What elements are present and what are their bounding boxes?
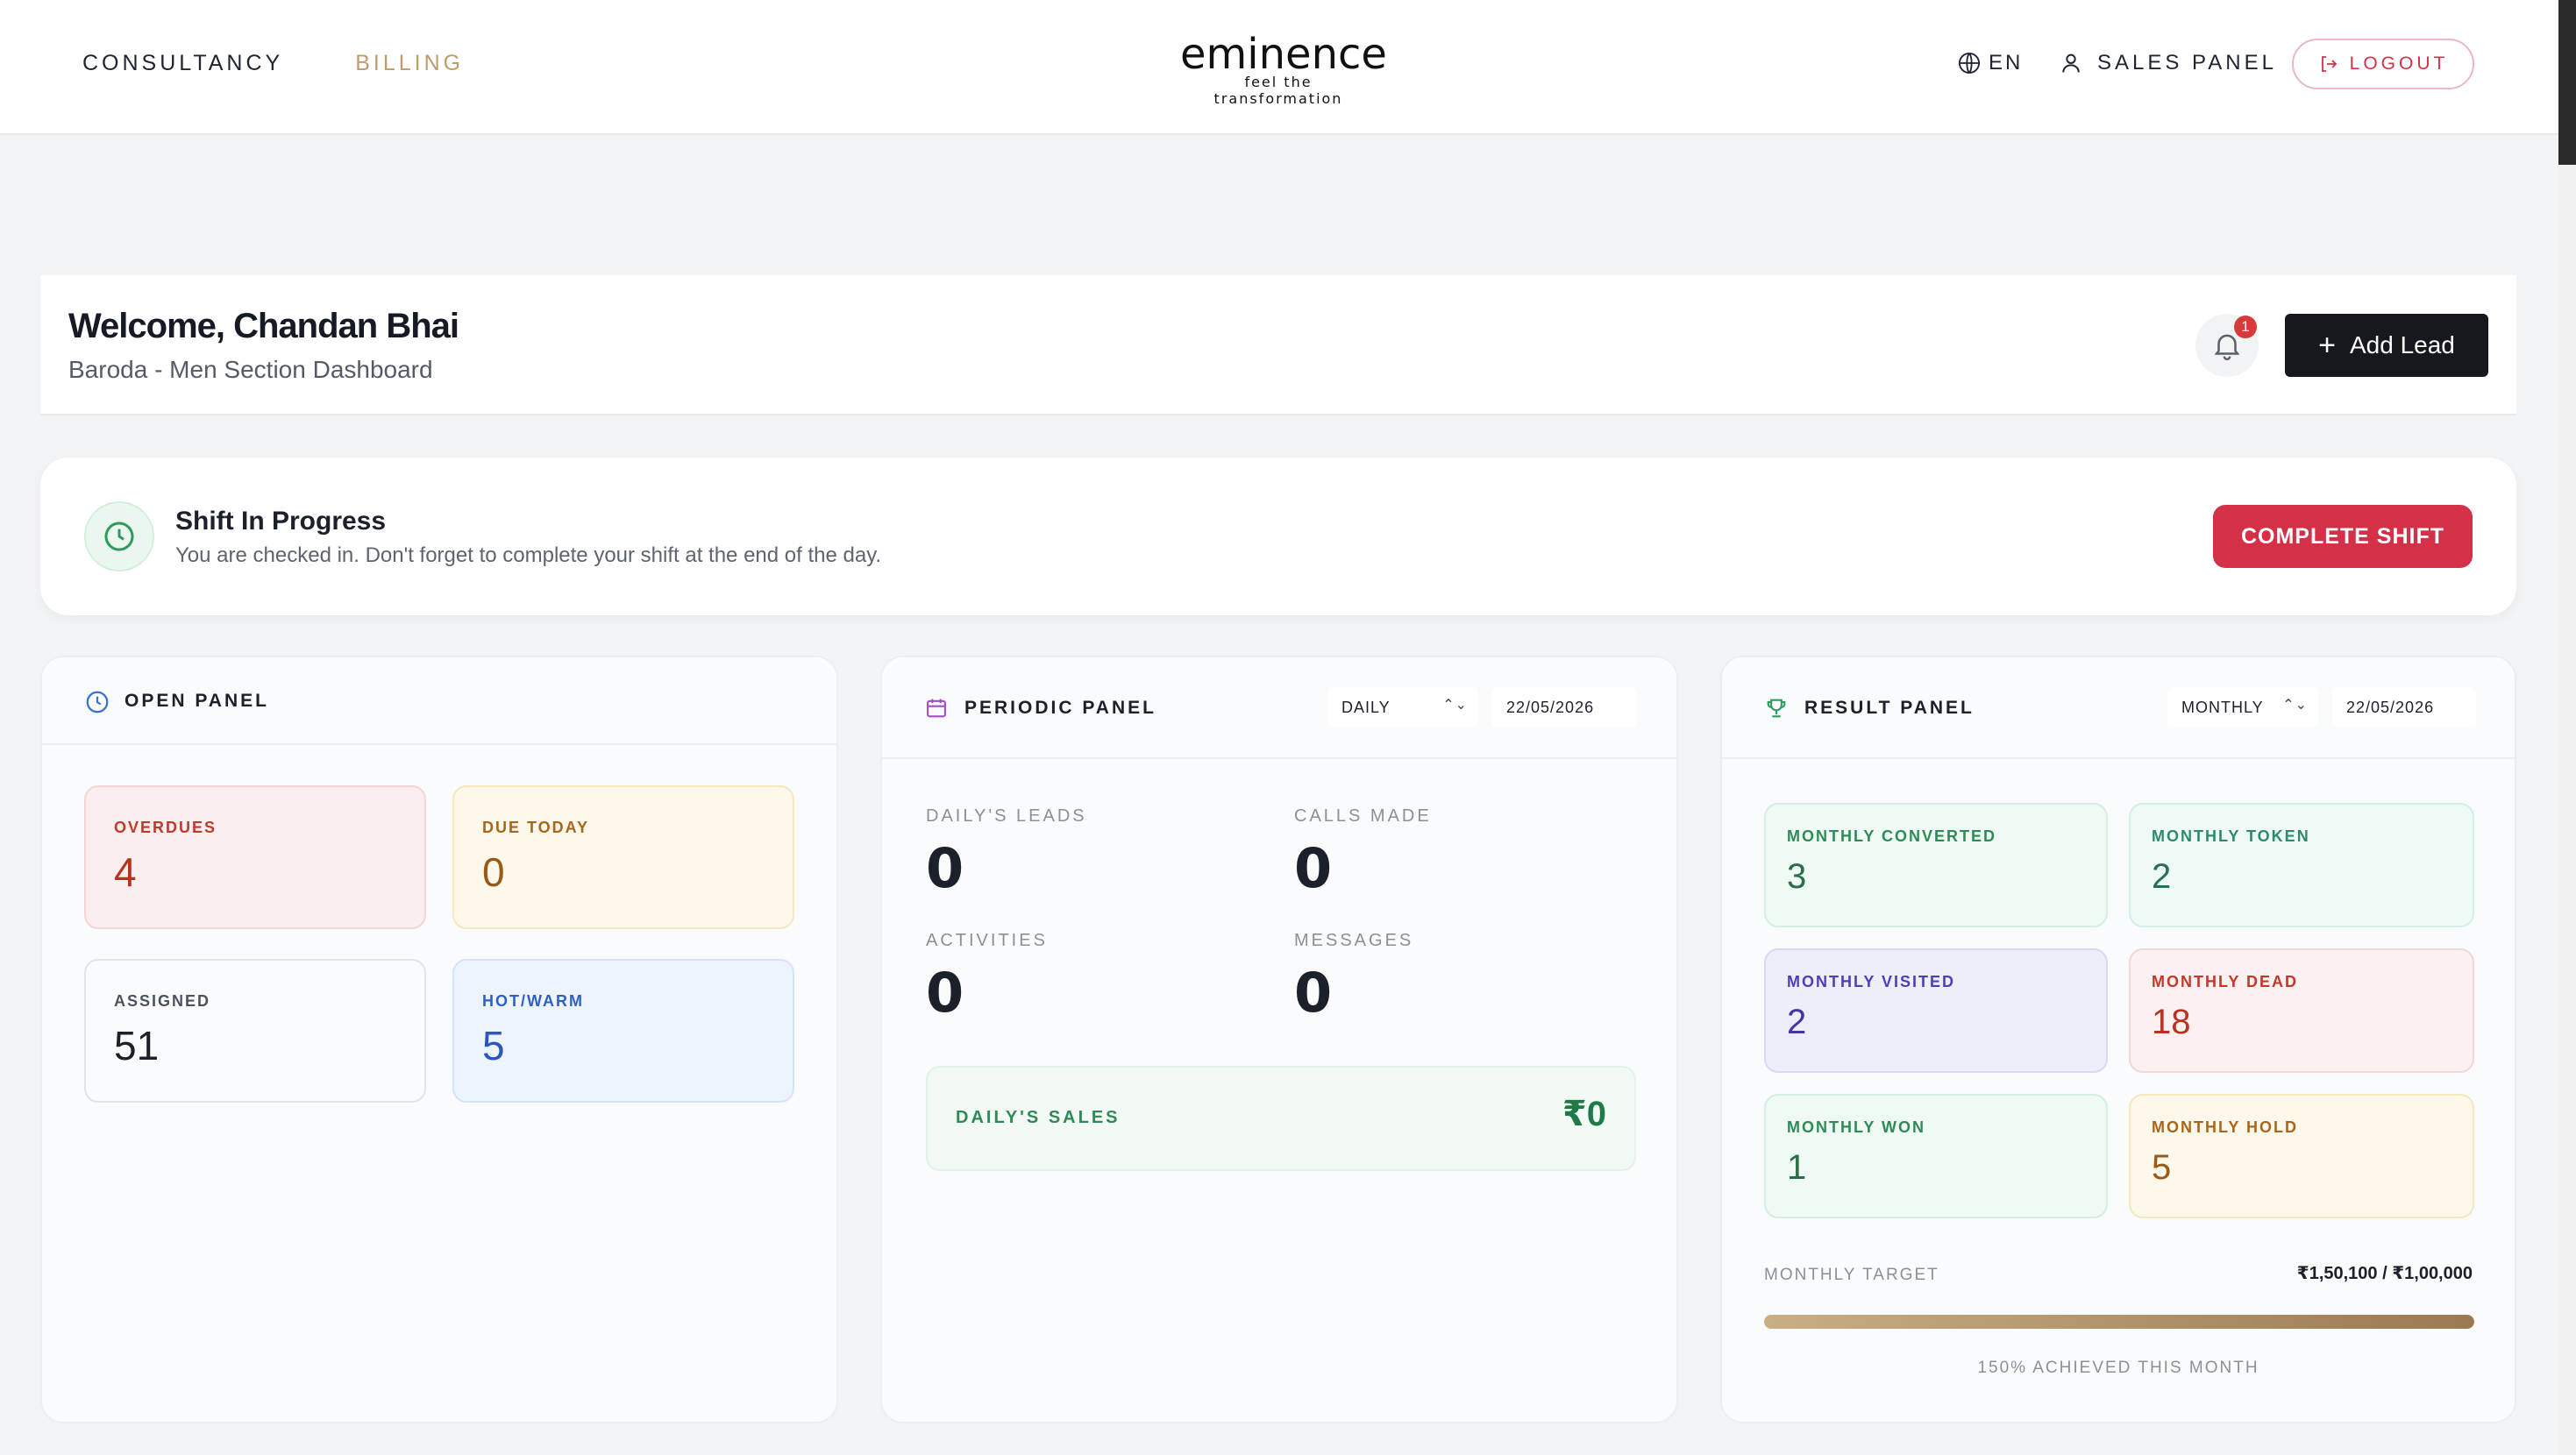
stat-value: 0 [926,961,964,1025]
period-select[interactable]: DAILY ⌃⌄ [1327,687,1478,728]
shift-status-card: Shift In Progress You are checked in. Do… [40,458,2516,615]
card-label: MONTHLY TOKEN [2152,827,2310,845]
page-scrollbar[interactable] [2558,0,2576,1455]
globe-icon [1958,52,1981,75]
notification-badge: 1 [2234,316,2257,338]
stat-value: 0 [1294,961,1333,1025]
daily-sales-label: DAILY'S SALES [956,1108,1121,1127]
shift-message: You are checked in. Don't forget to comp… [175,543,882,567]
assigned-card[interactable]: ASSIGNED 51 [84,959,426,1103]
nav-link-consultancy[interactable]: CONSULTANCY [82,51,283,76]
logout-button[interactable]: LOGOUT [2292,39,2474,89]
page-title: Welcome, Chandan Bhai [68,307,459,345]
card-label: HOT/WARM [482,992,584,1010]
period-select-value: MONTHLY [2181,698,2264,716]
card-value: 1 [1787,1148,1807,1187]
shift-title: Shift In Progress [175,507,387,536]
notifications-button[interactable]: 1 [2195,314,2259,377]
target-progress-fill [1764,1315,2474,1329]
due-today-card[interactable]: DUE TODAY 0 [452,785,794,929]
monthly-target-value: ₹1,50,100 / ₹1,00,000 [2296,1264,2473,1283]
card-value: 2 [2152,857,2172,896]
monthly-visited-card[interactable]: MONTHLY VISITED 2 [1764,948,2108,1073]
add-lead-label: Add Lead [2349,331,2455,358]
card-label: DUE TODAY [482,819,590,836]
card-value: 3 [1787,857,1807,896]
brand-logo[interactable]: eminence feel the transformation [1180,30,1387,107]
complete-shift-button[interactable]: COMPLETE SHIFT [2213,505,2473,568]
language-label: EN [1989,51,2024,75]
result-panel-title: RESULT PANEL [1804,698,1975,718]
card-value: 5 [2152,1148,2172,1187]
clock-icon [86,691,109,713]
stat-value: 0 [926,836,964,900]
overdues-card[interactable]: OVERDUES 4 [84,785,426,929]
date-picker[interactable]: 22/05/2026 [2332,687,2476,728]
logout-label: LOGOUT [2349,53,2449,74]
target-progress-bar [1764,1315,2474,1329]
card-value: 2 [1787,1003,1807,1041]
monthly-target-label: MONTHLY TARGET [1764,1266,1939,1284]
card-value: 0 [482,849,505,895]
card-label: MONTHLY WON [1787,1118,1926,1136]
monthly-dead-card[interactable]: MONTHLY DEAD 18 [2129,948,2474,1073]
sales-panel-label: SALES PANEL [2097,51,2277,75]
card-label: MONTHLY CONVERTED [1787,827,1997,845]
stat-label: ACTIVITIES [926,931,1048,950]
stat-label: MESSAGES [1294,931,1414,950]
nav-links: CONSULTANCY BILLING [82,51,464,76]
date-picker[interactable]: 22/05/2026 [1492,687,1636,728]
card-label: MONTHLY HOLD [2152,1118,2299,1136]
periodic-panel-header: PERIODIC PANEL DAILY ⌃⌄ 22/05/2026 [882,657,1676,759]
monthly-hold-card[interactable]: MONTHLY HOLD 5 [2129,1094,2474,1218]
date-value: 22/05/2026 [1506,698,1595,716]
top-navbar: CONSULTANCY BILLING eminence feel the tr… [0,0,2558,135]
periodic-panel: PERIODIC PANEL DAILY ⌃⌄ 22/05/2026 DAILY… [880,656,1678,1423]
hot-warm-card[interactable]: HOT/WARM 5 [452,959,794,1103]
user-icon [2062,53,2080,73]
chevron-up-down-icon: ⌃⌄ [1442,698,1468,713]
trophy-icon [1767,699,1786,718]
welcome-header: Welcome, Chandan Bhai Baroda - Men Secti… [40,275,2516,415]
plus-icon: + [2318,329,2336,362]
language-selector[interactable]: EN [1957,51,2023,75]
monthly-token-card[interactable]: MONTHLY TOKEN 2 [2129,803,2474,927]
chevron-up-down-icon: ⌃⌄ [2282,698,2308,713]
page-subtitle: Baroda - Men Section Dashboard [68,356,433,383]
card-value: 4 [114,849,137,895]
monthly-converted-card[interactable]: MONTHLY CONVERTED 3 [1764,803,2108,927]
daily-sales-value: ₹0 [1562,1095,1606,1133]
card-label: MONTHLY DEAD [2152,973,2299,990]
sales-panel-link[interactable]: SALES PANEL [2059,51,2277,75]
clock-icon [84,501,154,571]
page-scrollbar-thumb[interactable] [2558,0,2576,165]
daily-sales-box: DAILY'S SALES ₹0 [926,1066,1636,1171]
monthly-won-card[interactable]: MONTHLY WON 1 [1764,1094,2108,1218]
achieved-text: 150% ACHIEVED THIS MONTH [1977,1359,2259,1377]
card-value: 51 [114,1023,160,1068]
card-value: 5 [482,1023,505,1068]
stat-label: DAILY'S LEADS [926,806,1087,826]
open-panel: OPEN PANEL OVERDUES 4 DUE TODAY 0 ASSIGN… [40,656,838,1423]
card-label: OVERDUES [114,819,217,836]
open-panel-header: OPEN PANEL [42,657,836,745]
nav-link-billing[interactable]: BILLING [355,51,464,76]
card-value: 18 [2152,1003,2191,1041]
result-panel-header: RESULT PANEL MONTHLY ⌃⌄ 22/05/2026 [1722,657,2515,759]
period-select[interactable]: MONTHLY ⌃⌄ [2167,687,2318,728]
logout-icon [2321,56,2337,72]
period-select-value: DAILY [1341,698,1391,716]
calendar-icon [927,699,946,718]
card-label: MONTHLY VISITED [1787,973,1956,990]
brand-name: eminence [1180,30,1387,79]
date-value: 22/05/2026 [2346,698,2435,716]
card-label: ASSIGNED [114,992,211,1010]
result-panel: RESULT PANEL MONTHLY ⌃⌄ 22/05/2026 MONTH… [1720,656,2516,1423]
open-panel-title: OPEN PANEL [125,691,269,711]
periodic-panel-title: PERIODIC PANEL [964,698,1156,718]
stat-value: 0 [1294,836,1333,900]
add-lead-button[interactable]: + Add Lead [2285,314,2488,377]
stat-label: CALLS MADE [1294,806,1432,826]
